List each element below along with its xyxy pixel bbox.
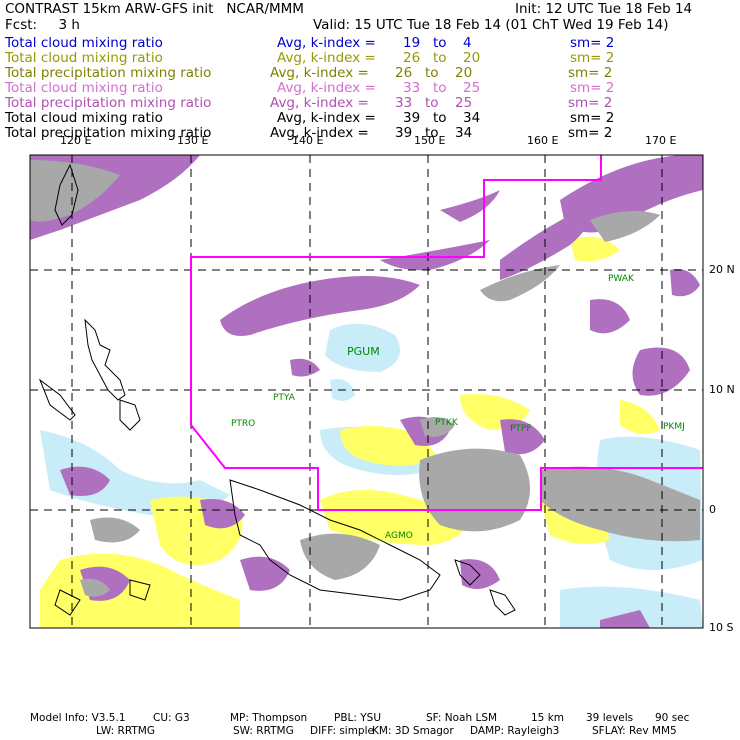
model-info-item: DAMP: Rayleigh3 (470, 725, 560, 737)
model-info-item: SW: RRTMG (233, 725, 294, 737)
map-plot: PWAK PGUM PTYA PTRO PTKK PTPF PKMJ AGMO (29, 154, 704, 629)
model-info-item: Model Info: V3.5.1 (30, 712, 126, 724)
latitude-label: 10 S (709, 621, 734, 634)
latitude-label: 0 (709, 503, 716, 516)
longitude-label: 140 E (292, 134, 324, 147)
model-info-item: SF: Noah LSM (426, 712, 498, 724)
latitude-label: 10 N (709, 383, 735, 396)
model-info-item: 15 km (531, 712, 565, 724)
station-label: PTKK (435, 418, 459, 428)
longitude-label: 170 E (645, 134, 677, 147)
model-info-item: MP: Thompson (230, 712, 308, 724)
longitude-label: 120 E (60, 134, 92, 147)
station-label: PTRO (231, 419, 255, 429)
longitude-label: 150 E (414, 134, 446, 147)
station-label: PKMJ (663, 422, 685, 432)
model-info-item: PBL: YSU (334, 712, 382, 724)
longitude-label: 160 E (527, 134, 559, 147)
model-info-item: LW: RRTMG (96, 725, 155, 737)
model-info-item: KM: 3D Smagor (372, 725, 454, 737)
station-label: PGUM (347, 345, 380, 358)
model-info-item: 90 sec (655, 712, 690, 724)
station-label: AGMO (385, 531, 413, 541)
station-label: PTYA (273, 393, 296, 403)
station-label: PWAK (608, 274, 635, 284)
longitude-label: 130 E (177, 134, 209, 147)
model-info-item: DIFF: simple (310, 725, 374, 737)
model-info-item: SFLAY: Rev MM5 (592, 725, 677, 737)
station-label: PTPF (510, 424, 532, 434)
model-info-item: 39 levels (586, 712, 634, 724)
latitude-label: 20 N (709, 263, 735, 276)
model-info-item: CU: G3 (153, 712, 190, 724)
